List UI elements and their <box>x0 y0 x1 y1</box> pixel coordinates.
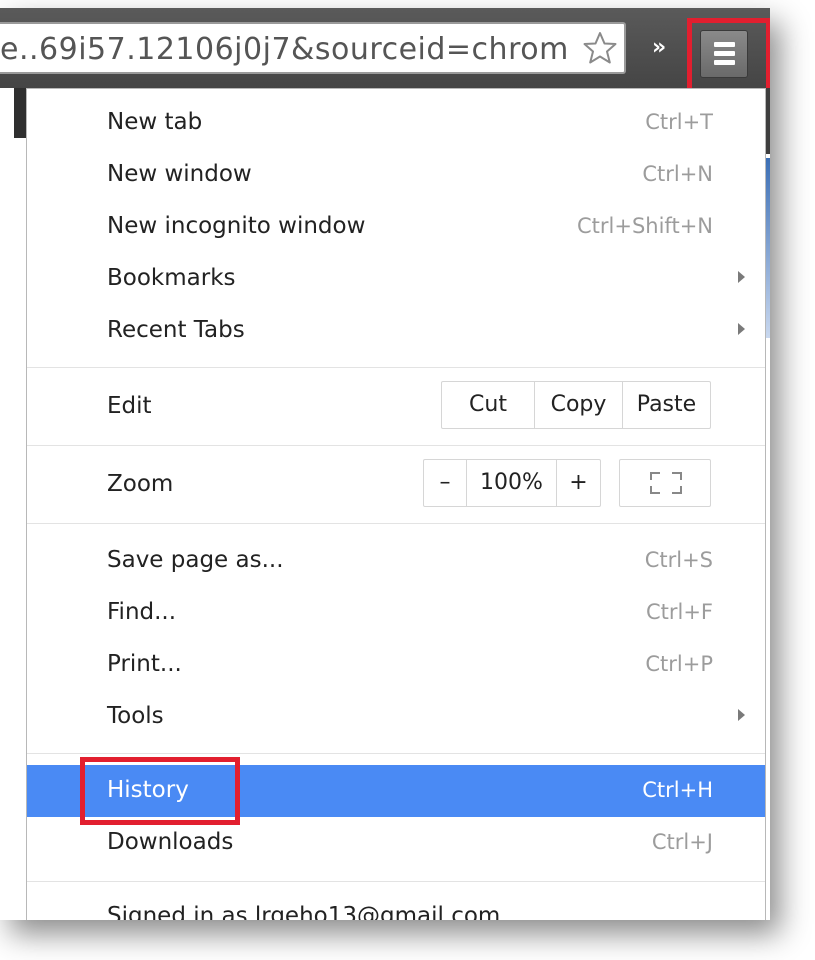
zoom-controls: – 100% + <box>423 459 601 507</box>
chevron-right-icon <box>738 709 745 721</box>
signed-in-label: Signed in as lrgeho13@gmail.com <box>107 903 501 920</box>
menu-item-recent-tabs[interactable]: Recent Tabs <box>27 305 765 357</box>
cut-button[interactable]: Cut <box>442 382 534 428</box>
edit-label: Edit <box>107 393 152 419</box>
menu-divider <box>27 445 765 446</box>
fullscreen-button[interactable] <box>619 459 711 507</box>
menu-item-find[interactable]: Find... Ctrl+F <box>27 587 765 639</box>
menu-divider <box>27 367 765 368</box>
omnibox[interactable]: e..69i57.12106j0j7&sourceid=chrom <box>0 22 626 74</box>
menu-divider <box>27 523 765 524</box>
menu-item-shortcut: Ctrl+T <box>645 110 713 134</box>
menu-item-tools[interactable]: Tools <box>27 691 765 743</box>
chevron-right-icon <box>738 323 745 335</box>
copy-button[interactable]: Copy <box>534 382 622 428</box>
overflow-chevron-button[interactable]: » <box>652 37 666 59</box>
menu-item-save-page-as[interactable]: Save page as... Ctrl+S <box>27 535 765 587</box>
menu-item-shortcut: Ctrl+H <box>642 778 713 802</box>
menu-item-shortcut: Ctrl+J <box>651 830 713 854</box>
menu-item-label: Find... <box>107 599 177 625</box>
zoom-in-button[interactable]: + <box>556 460 600 506</box>
paste-button[interactable]: Paste <box>622 382 710 428</box>
menu-divider <box>27 753 765 754</box>
chevron-right-icon <box>738 271 745 283</box>
menu-divider <box>27 881 765 882</box>
menu-item-label: Print... <box>107 651 182 677</box>
menu-item-label: New tab <box>107 109 203 135</box>
menu-item-label: New window <box>107 161 252 187</box>
menu-item-label: Downloads <box>107 829 234 855</box>
menu-item-bookmarks[interactable]: Bookmarks <box>27 253 765 305</box>
edit-button-group: Cut Copy Paste <box>441 381 711 429</box>
menu-item-label: Recent Tabs <box>107 317 245 343</box>
menu-item-shortcut: Ctrl+P <box>645 652 713 676</box>
menu-item-shortcut: Ctrl+S <box>644 548 713 572</box>
page-left-edge <box>0 88 26 920</box>
menu-item-shortcut: Ctrl+N <box>642 162 713 186</box>
menu-item-print[interactable]: Print... Ctrl+P <box>27 639 765 691</box>
star-icon[interactable] <box>582 30 618 66</box>
menu-item-signed-in[interactable]: Signed in as lrgeho13@gmail.com <box>27 885 765 920</box>
zoom-label: Zoom <box>107 471 174 497</box>
history-highlight <box>80 757 240 825</box>
zoom-level: 100% <box>466 460 556 506</box>
browser-toolbar: e..69i57.12106j0j7&sourceid=chrom » <box>0 8 770 88</box>
omnibox-url-text[interactable]: e..69i57.12106j0j7&sourceid=chrom <box>0 32 569 67</box>
menu-item-label: Bookmarks <box>107 265 236 291</box>
menu-button-highlight <box>687 18 770 98</box>
browser-window: e..69i57.12106j0j7&sourceid=chrom » New … <box>0 8 770 920</box>
menu-item-new-window[interactable]: New window Ctrl+N <box>27 149 765 201</box>
menu-item-new-tab[interactable]: New tab Ctrl+T <box>27 97 765 149</box>
screenshot-frame: e..69i57.12106j0j7&sourceid=chrom » New … <box>0 0 815 960</box>
zoom-out-button[interactable]: – <box>424 460 466 506</box>
menu-item-new-incognito-window[interactable]: New incognito window Ctrl+Shift+N <box>27 201 765 253</box>
menu-item-label: Tools <box>107 703 164 729</box>
menu-item-shortcut: Ctrl+F <box>645 600 713 624</box>
menu-item-label: Save page as... <box>107 547 284 573</box>
menu-item-label: New incognito window <box>107 213 366 239</box>
menu-item-shortcut: Ctrl+Shift+N <box>577 214 713 238</box>
